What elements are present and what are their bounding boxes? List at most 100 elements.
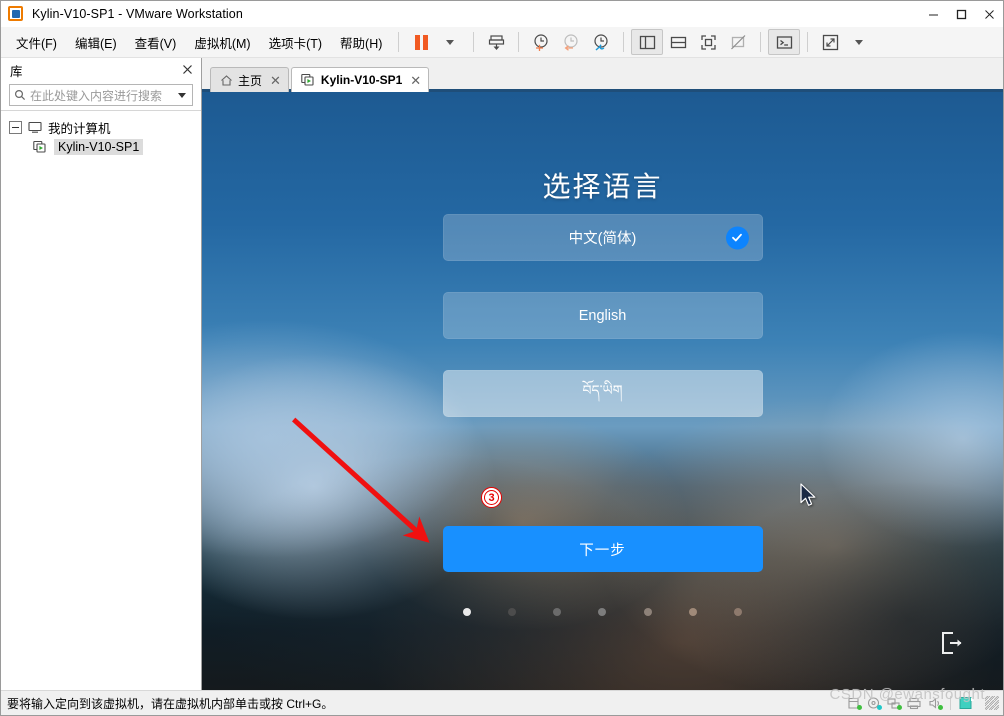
menu-tabs[interactable]: 选项卡(T) (260, 29, 331, 56)
toolbar-separator (760, 32, 762, 52)
vm-running-icon (33, 140, 48, 154)
sidebar-panel-icon (639, 35, 656, 49)
window-controls (919, 1, 1003, 27)
sound-device-icon[interactable] (928, 697, 943, 710)
close-library-icon[interactable] (180, 62, 194, 76)
exit-icon[interactable] (941, 631, 963, 660)
status-device-icons (847, 691, 999, 715)
tab-close-icon[interactable]: ✕ (270, 74, 281, 87)
home-icon (220, 74, 233, 87)
language-option-english[interactable]: English (442, 292, 763, 339)
right-pane: 主页 ✕ Kylin-V10-SP1 ✕ 选择语言 中文(简体) English… (202, 58, 1003, 690)
revert-snapshot-button[interactable] (556, 30, 586, 54)
tree-item-label: Kylin-V10-SP1 (54, 139, 144, 155)
console-panel-icon (670, 36, 687, 48)
next-step-label: 下一步 (579, 542, 626, 559)
chevron-down-icon (855, 39, 864, 45)
menu-edit[interactable]: 编辑(E) (66, 29, 126, 56)
resize-grip-icon[interactable] (985, 696, 999, 710)
language-label: བོད་ཡིག (582, 382, 623, 399)
tab-kylin-vm[interactable]: Kylin-V10-SP1 ✕ (290, 67, 430, 92)
library-header: 库 (1, 58, 201, 82)
annotation-badge-number: 3 (488, 491, 495, 504)
minimize-button[interactable] (919, 1, 947, 27)
computer-icon (28, 120, 42, 134)
search-input[interactable]: 在此处键入内容进行搜索 (30, 87, 178, 104)
stretch-dropdown-button[interactable] (845, 30, 875, 54)
stretch-icon (822, 34, 839, 50)
step-dot[interactable] (507, 608, 516, 616)
language-option-chinese[interactable]: 中文(简体) (442, 214, 763, 261)
step-dot[interactable] (553, 608, 562, 616)
hard-disk-device-icon[interactable] (847, 697, 862, 710)
snapshot-manager-button[interactable] (586, 30, 616, 54)
stretch-button[interactable] (815, 30, 845, 54)
maximize-button[interactable] (947, 1, 975, 27)
mouse-cursor (800, 483, 818, 513)
snapshot-icon (488, 34, 504, 50)
menu-view[interactable]: 查看(V) (126, 29, 186, 56)
toolbar-separator (473, 32, 475, 52)
toolbar-separator (398, 32, 400, 52)
chevron-down-icon (446, 39, 455, 45)
pause-icon (414, 34, 428, 50)
vmware-logo-icon (8, 6, 24, 22)
pause-vm-button[interactable] (406, 30, 436, 54)
check-icon (725, 226, 749, 249)
library-tree: 我的计算机 Kylin-V10-SP1 (1, 110, 201, 690)
menu-vm[interactable]: 虚拟机(M) (185, 29, 259, 56)
step-dot[interactable] (598, 608, 607, 616)
vm-console-screen[interactable]: 选择语言 中文(简体) English བོད་ཡིག 下一步 3 (202, 92, 1003, 690)
step-dot[interactable] (734, 608, 743, 616)
step-indicator-dots (462, 608, 743, 616)
language-option-tibetan[interactable]: བོད་ཡིག (442, 370, 763, 417)
tab-label: 主页 (238, 73, 263, 88)
status-separator (950, 696, 951, 710)
usb-device-icon[interactable] (959, 696, 975, 710)
tab-close-icon[interactable]: ✕ (410, 74, 421, 87)
terminal-icon (776, 35, 793, 49)
toggle-library-button[interactable] (631, 29, 664, 55)
tab-strip: 主页 ✕ Kylin-V10-SP1 ✕ (202, 58, 1003, 92)
toolbar-separator (518, 32, 520, 52)
power-dropdown-button[interactable] (436, 30, 466, 54)
menu-help[interactable]: 帮助(H) (331, 29, 391, 56)
collapse-toggle-icon[interactable] (9, 120, 22, 134)
chevron-down-icon[interactable] (178, 92, 186, 98)
tree-item-label: 我的计算机 (48, 121, 111, 136)
network-device-icon[interactable] (887, 697, 902, 710)
snapshot-clock-icon (534, 33, 548, 51)
tree-item-my-computer[interactable]: 我的计算机 (1, 117, 201, 137)
console-view-button[interactable] (663, 30, 693, 54)
annotation-badge-3: 3 (481, 487, 502, 508)
step-dot[interactable] (689, 608, 698, 616)
revert-snapshot-icon (564, 33, 578, 51)
vm-running-icon (301, 73, 316, 87)
send-ctrl-alt-del-button[interactable] (768, 29, 801, 55)
take-snapshot-button[interactable] (481, 30, 511, 54)
menu-file[interactable]: 文件(F) (7, 29, 66, 56)
tab-home[interactable]: 主页 ✕ (210, 67, 289, 92)
close-button[interactable] (975, 1, 1003, 27)
next-step-button[interactable]: 下一步 (442, 526, 763, 572)
status-bar: 要将输入定向到该虚拟机，请在虚拟机内部单击或按 Ctrl+G。 (1, 690, 1003, 715)
language-label: 中文(简体) (568, 231, 637, 247)
language-label: English (578, 307, 627, 324)
search-icon (10, 89, 30, 101)
toolbar-separator (623, 32, 625, 52)
snapshot-clock-button[interactable] (526, 30, 556, 54)
main-split: 库 在此处键入内容进行搜索 我的计算机 Kylin-V10-SP1 主页 ✕ K… (1, 58, 1003, 690)
toolbar-separator (807, 32, 809, 52)
menu-bar: 文件(F) 编辑(E) 查看(V) 虚拟机(M) 选项卡(T) 帮助(H) (1, 27, 1003, 58)
fullscreen-button[interactable] (693, 30, 723, 54)
unity-mode-icon (730, 34, 746, 49)
step-dot[interactable] (643, 608, 652, 616)
library-search-box[interactable]: 在此处键入内容进行搜索 (9, 84, 193, 106)
step-dot[interactable] (462, 608, 471, 616)
cd-dvd-device-icon[interactable] (867, 696, 882, 710)
tab-label: Kylin-V10-SP1 (320, 73, 403, 87)
tree-item-kylin-vm[interactable]: Kylin-V10-SP1 (1, 137, 201, 157)
unity-mode-button[interactable] (723, 30, 753, 54)
printer-device-icon[interactable] (907, 697, 922, 710)
status-message: 要将输入定向到该虚拟机，请在虚拟机内部单击或按 Ctrl+G。 (7, 696, 334, 711)
